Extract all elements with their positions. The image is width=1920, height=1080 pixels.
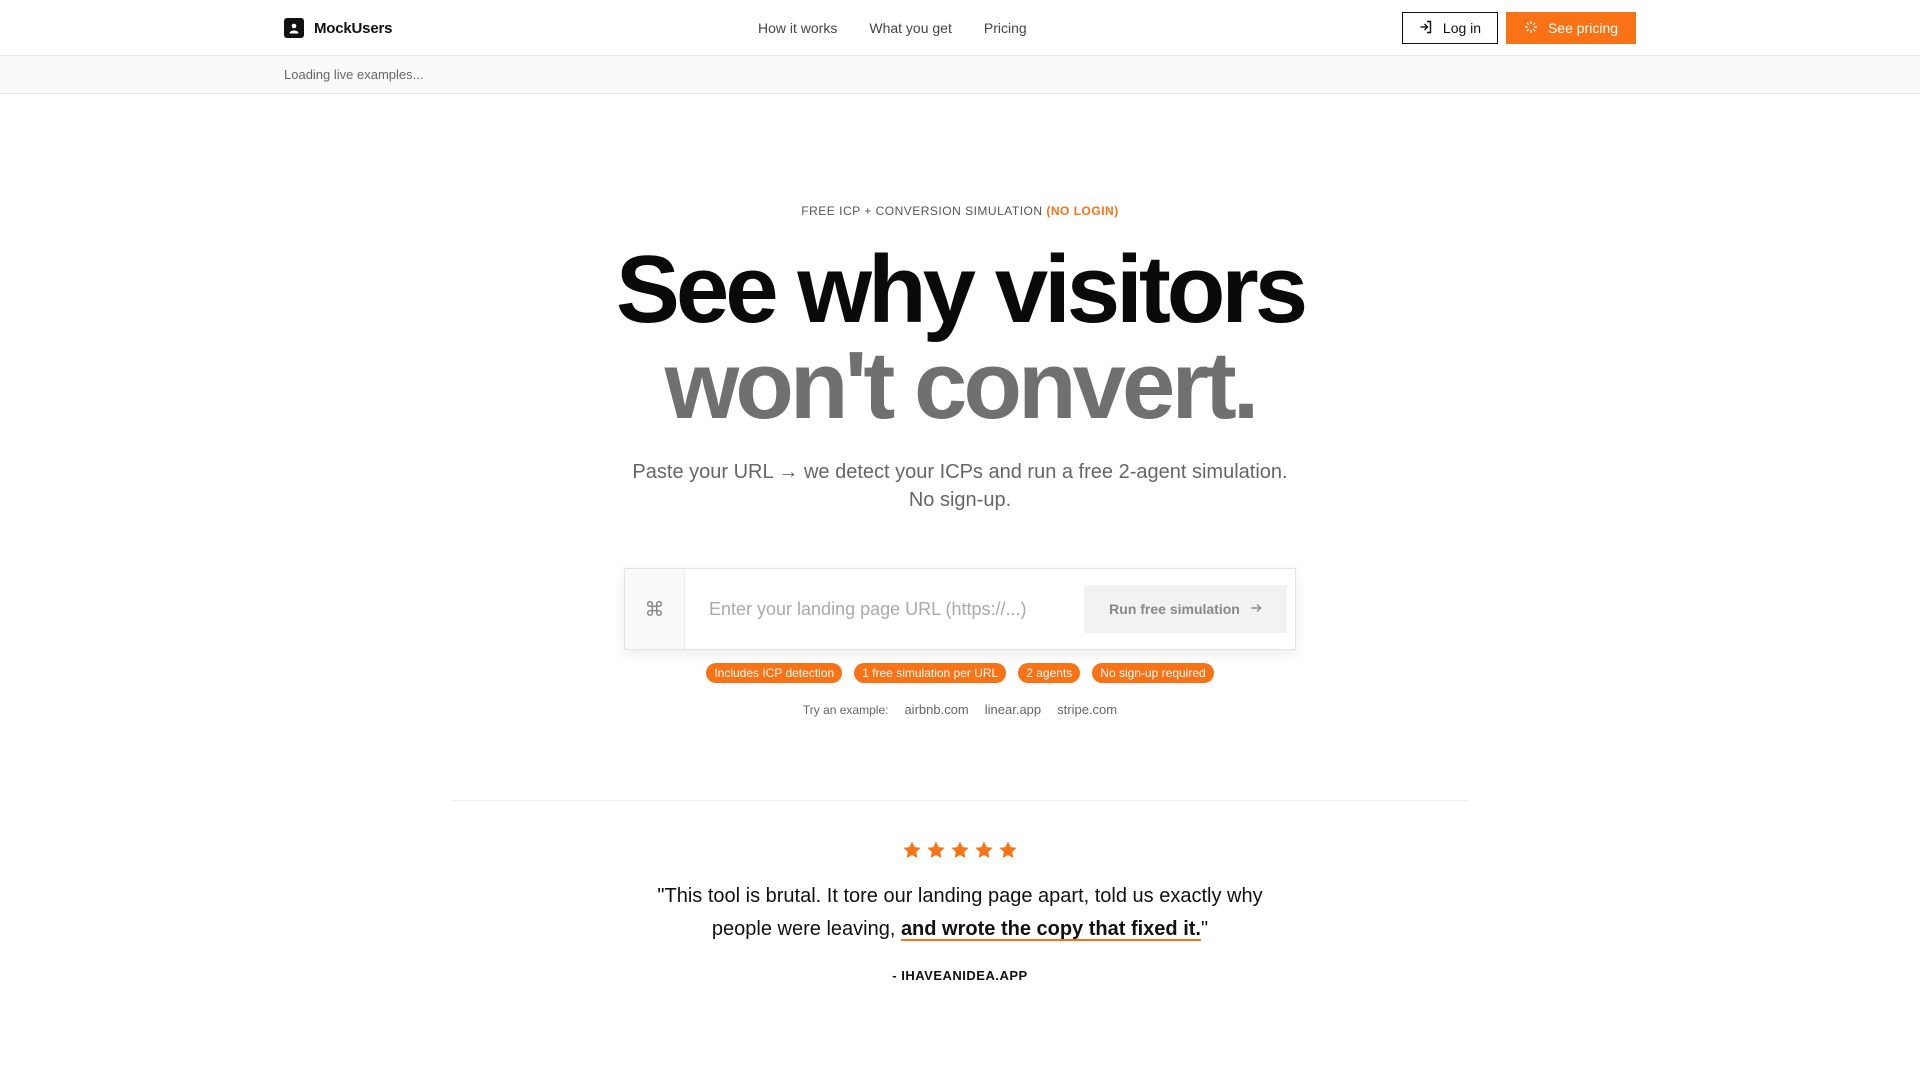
- star-icon: [927, 841, 945, 858]
- quote-highlight: and wrote the copy that fixed it.: [900, 918, 1201, 940]
- user-icon: [284, 18, 304, 38]
- sparkle-icon: [1524, 20, 1538, 37]
- nav-actions: Log in See pricing: [1402, 12, 1636, 44]
- arrow-right-icon: [1250, 601, 1262, 617]
- example-link-airbnb[interactable]: airbnb.com: [904, 702, 968, 717]
- nav-links: How it works What you get Pricing: [758, 0, 1027, 56]
- quote-end: ": [1200, 918, 1209, 940]
- nav-link-pricing[interactable]: Pricing: [984, 20, 1027, 36]
- hero-eyebrow: FREE ICP + CONVERSION SIMULATION (NO LOG…: [0, 204, 1920, 218]
- pill-free-simulation: 1 free simulation per URL: [854, 663, 1007, 683]
- login-button[interactable]: Log in: [1402, 12, 1498, 44]
- headline-line-1: See why visitors: [615, 236, 1308, 343]
- see-pricing-label: See pricing: [1547, 20, 1619, 36]
- login-icon: [1419, 20, 1433, 37]
- star-icon: [951, 841, 969, 858]
- hero-headline: See why visitors won't convert.: [0, 242, 1920, 434]
- testimonial: "This tool is brutal. It tore our landin…: [0, 880, 1920, 946]
- command-icon: ⌘: [625, 569, 685, 649]
- url-input[interactable]: [685, 569, 1084, 649]
- example-links: Try an example: airbnb.com linear.app st…: [0, 702, 1920, 717]
- brand[interactable]: MockUsers: [284, 18, 392, 38]
- hero: FREE ICP + CONVERSION SIMULATION (NO LOG…: [0, 204, 1920, 514]
- example-link-linear[interactable]: linear.app: [985, 702, 1041, 717]
- feature-pills: Includes ICP detection 1 free simulation…: [0, 663, 1920, 683]
- nav-inner: MockUsers How it works What you get Pric…: [284, 0, 1636, 56]
- eyebrow-accent: (NO LOGIN): [1046, 204, 1119, 218]
- brand-name: MockUsers: [314, 19, 393, 37]
- eyebrow-main: FREE ICP + CONVERSION SIMULATION: [801, 204, 1043, 218]
- nav-link-how-it-works[interactable]: How it works: [758, 20, 837, 36]
- testimonial-quote: "This tool is brutal. It tore our landin…: [640, 880, 1280, 946]
- subtitle-line-1: Paste your URL → we detect your ICPs and…: [632, 461, 1288, 483]
- headline-line-2: won't convert.: [664, 332, 1260, 439]
- hero-subtitle: Paste your URL → we detect your ICPs and…: [620, 458, 1300, 514]
- run-simulation-button[interactable]: Run free simulation: [1084, 585, 1287, 633]
- pill-no-signup: No sign-up required: [1092, 663, 1214, 683]
- live-examples-bar: Loading live examples...: [0, 56, 1920, 94]
- section-divider: [452, 800, 1468, 801]
- examples-label: Try an example:: [802, 702, 889, 717]
- top-navbar: MockUsers How it works What you get Pric…: [0, 0, 1920, 56]
- subtitle-line-2: No sign-up.: [908, 489, 1012, 511]
- star-rating: [0, 840, 1920, 860]
- star-icon: [999, 841, 1017, 858]
- testimonial-author: - IHAVEANIDEA.APP: [892, 968, 1028, 983]
- see-pricing-button[interactable]: See pricing: [1506, 12, 1636, 44]
- login-label: Log in: [1442, 20, 1482, 36]
- pill-agents: 2 agents: [1018, 663, 1081, 683]
- url-form: ⌘ Run free simulation: [624, 568, 1296, 650]
- example-link-stripe[interactable]: stripe.com: [1057, 702, 1117, 717]
- star-icon: [903, 841, 921, 858]
- live-examples-status: Loading live examples...: [284, 67, 424, 82]
- pill-icp-detection: Includes ICP detection: [706, 663, 843, 683]
- star-icon: [975, 841, 993, 858]
- nav-link-what-you-get[interactable]: What you get: [869, 20, 952, 36]
- run-simulation-label: Run free simulation: [1109, 601, 1240, 617]
